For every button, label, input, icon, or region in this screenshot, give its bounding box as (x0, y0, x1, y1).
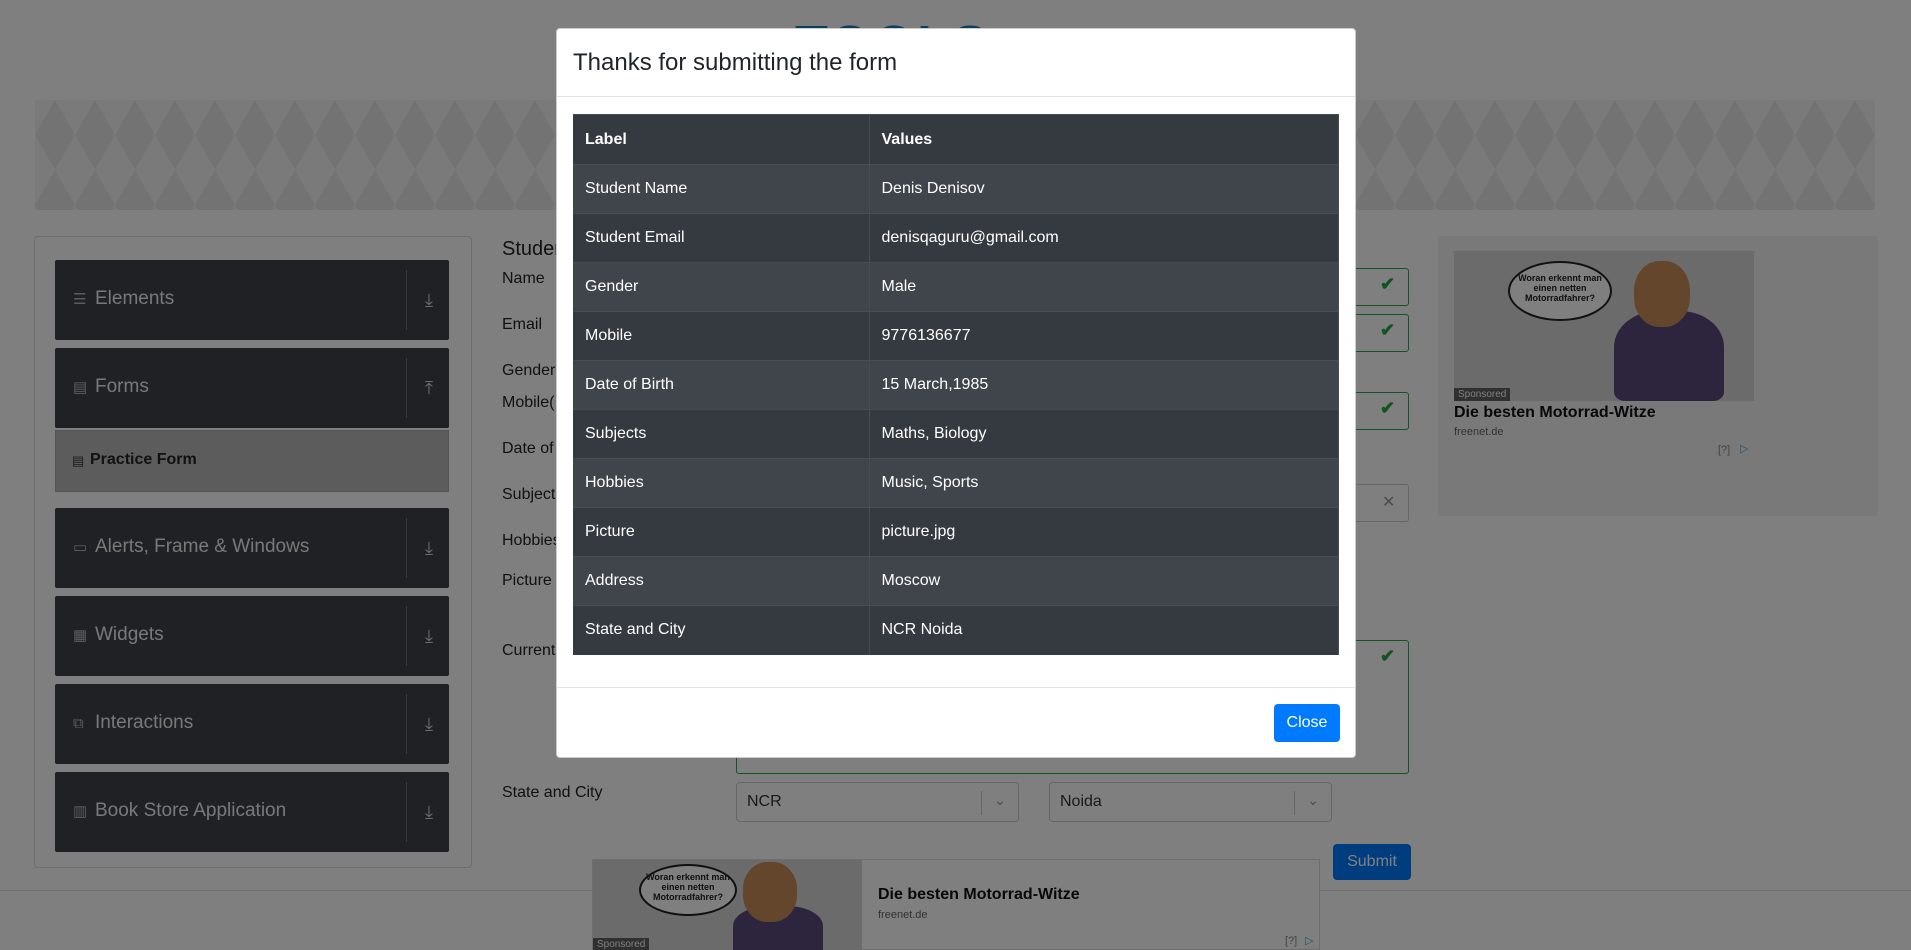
row-value: Moscow (869, 556, 1339, 606)
table-row: Picture picture.jpg (573, 507, 1339, 557)
modal-header: Thanks for submitting the form (557, 29, 1355, 97)
row-value: Denis Denisov (869, 164, 1339, 214)
row-label: Picture (573, 507, 870, 557)
table-row: Student Name Denis Denisov (573, 164, 1339, 214)
row-value: Male (869, 262, 1339, 312)
row-label: Student Email (573, 213, 870, 263)
row-label: Address (573, 556, 870, 606)
table-row: Subjects Maths, Biology (573, 409, 1339, 459)
submission-modal: Thanks for submitting the form Label Val… (556, 28, 1356, 758)
row-value: 9776136677 (869, 311, 1339, 361)
row-value: Maths, Biology (869, 409, 1339, 459)
modal-title: Thanks for submitting the form (573, 49, 898, 76)
row-label: Hobbies (573, 458, 870, 508)
row-label: Gender (573, 262, 870, 312)
row-label: Mobile (573, 311, 870, 361)
modal-footer: Close (557, 687, 1355, 757)
row-value: 15 March,1985 (869, 360, 1339, 410)
table-row: Address Moscow (573, 556, 1339, 606)
row-label: Student Name (573, 164, 870, 214)
row-label: State and City (573, 605, 870, 655)
table-row: Gender Male (573, 262, 1339, 312)
row-value: Music, Sports (869, 458, 1339, 508)
row-value: NCR Noida (869, 605, 1339, 655)
table-row: Hobbies Music, Sports (573, 458, 1339, 508)
row-label: Date of Birth (573, 360, 870, 410)
column-header-values: Values (869, 114, 1339, 165)
submission-table: Label Values Student Name Denis Denisov S… (573, 114, 1339, 655)
row-value: denisqaguru@gmail.com (869, 213, 1339, 263)
row-label: Subjects (573, 409, 870, 459)
table-row: Mobile 9776136677 (573, 311, 1339, 361)
table-header-row: Label Values (573, 114, 1339, 165)
row-value: picture.jpg (869, 507, 1339, 557)
column-header-label: Label (573, 114, 870, 165)
table-row: Student Email denisqaguru@gmail.com (573, 213, 1339, 263)
close-button[interactable]: Close (1274, 704, 1340, 742)
table-row: Date of Birth 15 March,1985 (573, 360, 1339, 410)
table-row: State and City NCR Noida (573, 605, 1339, 655)
